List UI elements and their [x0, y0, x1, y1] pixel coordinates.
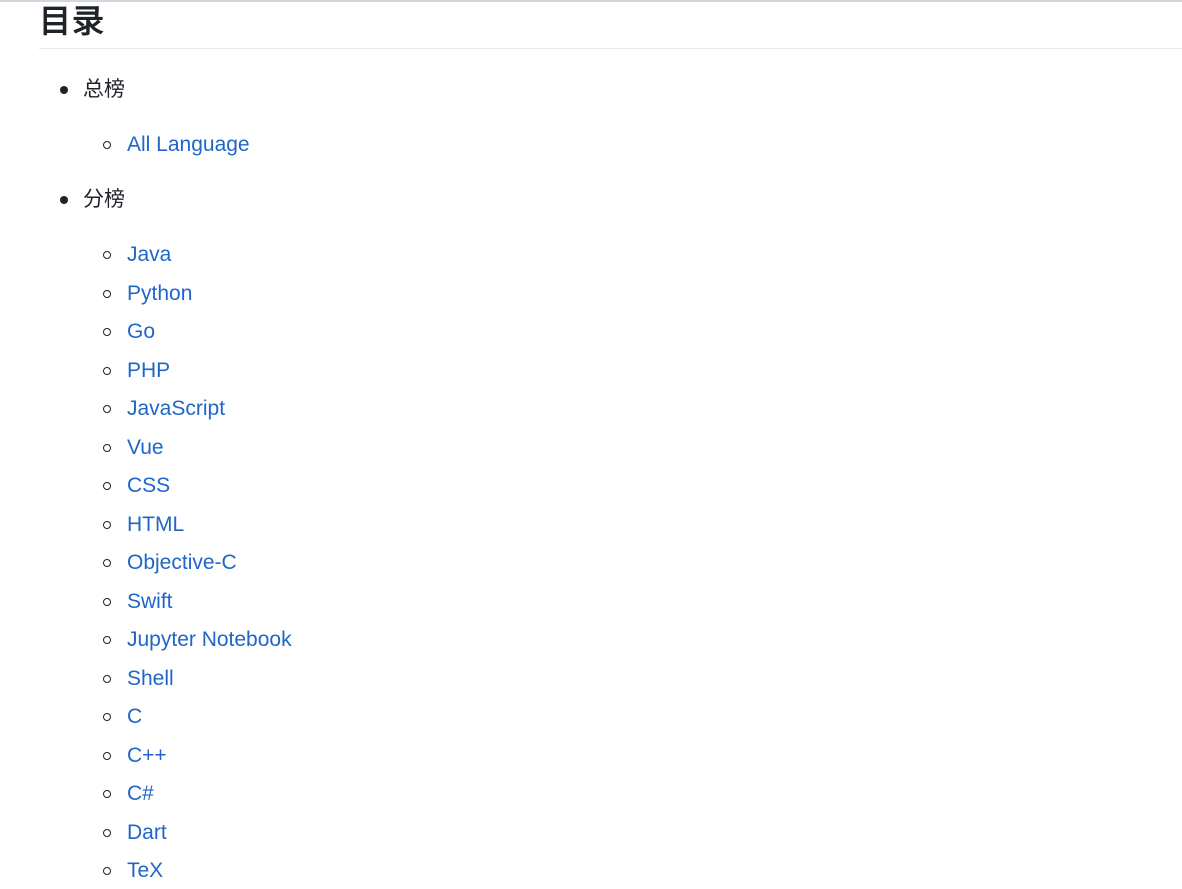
toc-link-vue[interactable]: Vue — [127, 434, 164, 462]
bullet-circle-icon — [103, 559, 111, 567]
bullet-disc-icon — [60, 196, 68, 204]
page-title: 目录 — [39, 0, 1182, 49]
toc-link-javascript[interactable]: JavaScript — [127, 395, 225, 423]
bullet-circle-icon — [103, 790, 111, 798]
list-item: TeX — [39, 857, 1182, 885]
bullet-circle-icon — [103, 713, 111, 721]
bullet-circle-icon — [103, 867, 111, 875]
toc-content: 目录 总榜 All Language 分榜 Java Python Go PHP… — [39, 0, 1182, 885]
bullet-circle-icon — [103, 597, 111, 606]
bullet-circle-icon — [103, 828, 111, 837]
list-item: HTML — [39, 511, 1182, 539]
section-items: Java Python Go PHP JavaScript Vue CSS HT… — [39, 241, 1182, 885]
toc-link-cpp[interactable]: C++ — [127, 742, 167, 770]
toc-link-swift[interactable]: Swift — [127, 588, 173, 616]
toc-link-python[interactable]: Python — [127, 280, 192, 308]
bullet-circle-icon — [103, 751, 111, 760]
list-item: CSS — [39, 472, 1182, 500]
list-item: Java — [39, 241, 1182, 269]
section-header: 分榜 — [39, 186, 1182, 214]
bullet-circle-icon — [103, 366, 111, 375]
bullet-circle-icon — [103, 141, 111, 149]
bullet-circle-icon — [103, 443, 111, 452]
list-item: JavaScript — [39, 395, 1182, 423]
list-item: C# — [39, 780, 1182, 808]
bullet-circle-icon — [103, 520, 111, 529]
list-item: Shell — [39, 665, 1182, 693]
list-item: Jupyter Notebook — [39, 626, 1182, 654]
toc-link-dart[interactable]: Dart — [127, 819, 167, 847]
toc-list: 总榜 All Language 分榜 Java Python Go PHP Ja… — [39, 76, 1182, 885]
list-item: Vue — [39, 434, 1182, 462]
list-item: Objective-C — [39, 549, 1182, 577]
list-item: C++ — [39, 742, 1182, 770]
toc-link-jupyter-notebook[interactable]: Jupyter Notebook — [127, 626, 292, 654]
list-item: Swift — [39, 588, 1182, 616]
section-label: 分榜 — [83, 188, 125, 211]
toc-link-csharp[interactable]: C# — [127, 780, 154, 808]
toc-link-tex[interactable]: TeX — [127, 857, 163, 885]
bullet-circle-icon — [103, 674, 111, 683]
toc-link-go[interactable]: Go — [127, 318, 155, 346]
bullet-circle-icon — [103, 251, 111, 259]
toc-link-html[interactable]: HTML — [127, 511, 184, 539]
list-item: Go — [39, 318, 1182, 346]
bullet-circle-icon — [103, 405, 111, 413]
section-header: 总榜 — [39, 76, 1182, 104]
list-item: C — [39, 703, 1182, 731]
list-item: Python — [39, 280, 1182, 308]
toc-link-objective-c[interactable]: Objective-C — [127, 549, 237, 577]
toc-link-php[interactable]: PHP — [127, 357, 170, 385]
toc-link-css[interactable]: CSS — [127, 472, 170, 500]
toc-link-c[interactable]: C — [127, 703, 142, 731]
toc-link-shell[interactable]: Shell — [127, 665, 174, 693]
toc-link-all-language[interactable]: All Language — [127, 131, 250, 159]
list-item: PHP — [39, 357, 1182, 385]
list-item: All Language — [39, 131, 1182, 159]
section-label: 总榜 — [83, 78, 125, 101]
bullet-disc-icon — [60, 86, 68, 94]
list-item: Dart — [39, 819, 1182, 847]
bullet-circle-icon — [103, 289, 111, 298]
toc-section-overall: 总榜 All Language — [39, 76, 1182, 159]
bullet-circle-icon — [103, 328, 111, 336]
section-items: All Language — [39, 131, 1182, 159]
bullet-circle-icon — [103, 636, 111, 644]
bullet-circle-icon — [103, 482, 111, 490]
toc-section-by-language: 分榜 Java Python Go PHP JavaScript Vue CSS… — [39, 186, 1182, 885]
toc-link-java[interactable]: Java — [127, 241, 171, 269]
